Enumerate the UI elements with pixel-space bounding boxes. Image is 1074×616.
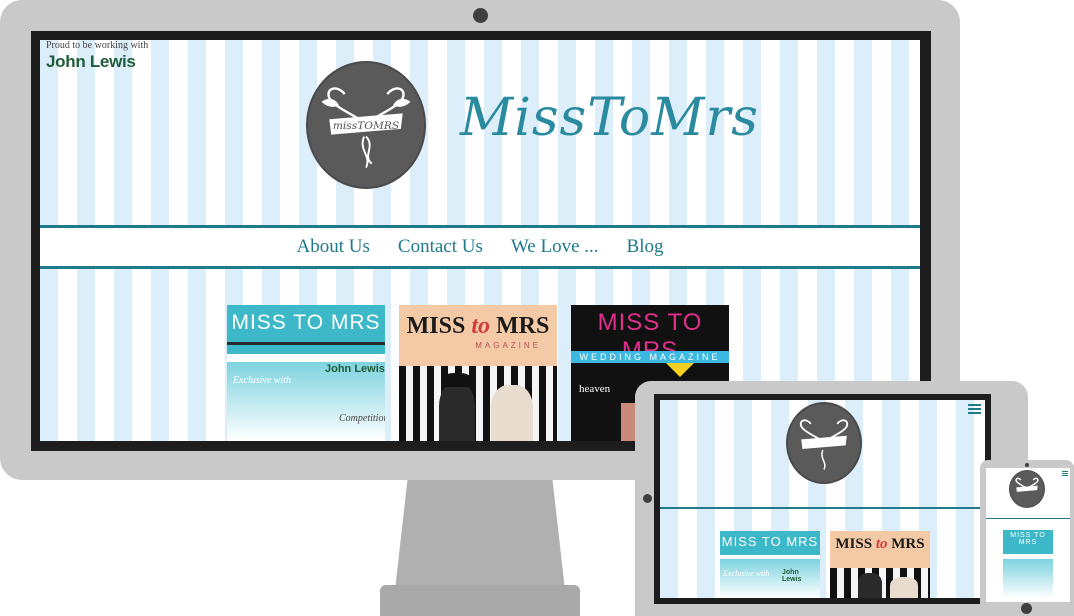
tablet-cover-1-exclusive: Exclusive with	[723, 569, 770, 578]
tablet-cover-1[interactable]: MISS TO MRS Exclusive with John Lewis	[720, 531, 820, 598]
site-title[interactable]: MissToMrs	[460, 88, 759, 148]
birds-heart-icon	[799, 419, 849, 470]
cover-1-title: MISS TO MRS	[231, 311, 381, 334]
nav-we-love[interactable]: We Love ...	[511, 236, 599, 258]
phone-home-button-icon	[1021, 603, 1032, 614]
cover-1-exclusive: Exclusive with	[233, 375, 292, 386]
tablet-cover-2[interactable]: MISS to MRS	[830, 531, 930, 598]
monitor-stand	[395, 470, 565, 590]
tablet-cover-2-title-a: MISS	[835, 536, 873, 552]
partner-block[interactable]: Proud to be working with John Lewis	[46, 40, 148, 72]
cover-1-partner: John Lewis	[325, 363, 385, 375]
birds-heart-icon: missTOMRS	[321, 87, 411, 168]
cover-2-title-a: MISS	[406, 313, 466, 339]
phone-menu-icon[interactable]	[1062, 471, 1068, 476]
magazine-cover-2[interactable]: MISS to MRS MAGAZINE	[399, 305, 557, 441]
birds-heart-icon	[1015, 477, 1039, 492]
home-button-icon	[643, 494, 652, 503]
cover-2-subtitle: MAGAZINE	[475, 341, 541, 350]
cover-3-subtitle: WEDDING MAGAZINE	[571, 351, 729, 363]
camera-icon	[473, 8, 488, 23]
tablet-screen: MISS TO MRS Exclusive with John Lewis MI…	[660, 400, 985, 598]
tablet-cover-1-partner: John Lewis	[782, 569, 802, 583]
main-nav: About Us Contact Us We Love ... Blog	[40, 225, 920, 269]
cover-2-title-b: to	[471, 313, 490, 339]
cover-2-bride	[491, 385, 533, 441]
john-lewis-logo[interactable]: John Lewis	[46, 52, 148, 72]
tablet-cover-2-title-c: MRS	[891, 536, 925, 552]
phone-screen: MISS TO MRS	[986, 468, 1070, 602]
cover-1-competition: Competition	[339, 413, 385, 424]
cover-2-groom	[439, 383, 475, 441]
phone-nav-divider	[986, 518, 1070, 519]
nav-about-us[interactable]: About Us	[297, 236, 370, 258]
tablet-cover-2-title-b: to	[875, 536, 888, 552]
phone-camera-icon	[1025, 463, 1029, 467]
tablet-cover-1-title: MISS TO MRS	[721, 534, 819, 549]
tablet-site-logo[interactable]	[786, 402, 862, 484]
partner-intro: Proud to be working with	[46, 40, 149, 51]
cover-2-title: MISS to MRS	[399, 313, 557, 340]
site-logo[interactable]: missTOMRS	[306, 61, 426, 189]
logo-text: missTOMRS	[333, 119, 399, 132]
magazine-cover-1[interactable]: MISS TO MRS Exclusive with John Lewis Co…	[227, 305, 385, 441]
monitor-stand-base	[380, 585, 580, 616]
cover-2-title-c: MRS	[496, 313, 550, 339]
tablet-nav-divider	[660, 507, 985, 509]
cover-3-feature: heaven	[579, 383, 611, 395]
menu-icon[interactable]	[968, 404, 981, 416]
tablet-cover-2-title: MISS to MRS	[830, 536, 930, 553]
phone-site-logo[interactable]	[1009, 470, 1045, 508]
phone-cover-1-title: MISS TO MRS	[1010, 532, 1046, 546]
phone-cover-1[interactable]: MISS TO MRS	[1003, 530, 1053, 598]
cover-2-hat	[443, 373, 471, 387]
nav-contact-us[interactable]: Contact Us	[398, 236, 483, 258]
nav-blog[interactable]: Blog	[627, 236, 664, 258]
